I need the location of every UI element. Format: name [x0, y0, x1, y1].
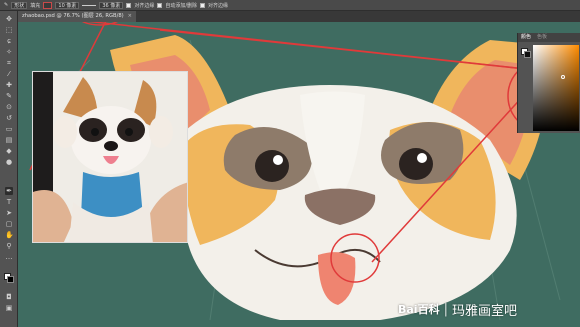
move-tool-icon[interactable]: ✥ [5, 15, 13, 23]
stroke-width-field[interactable]: 10 像素 [55, 1, 80, 9]
mode-label: 填充 [30, 2, 41, 9]
size-field[interactable]: 36 像素 [99, 1, 124, 9]
document-tab-title: zhaobao.psd @ 76.7% (图层 26, RGB/8) [22, 13, 124, 19]
crop-tool-icon[interactable]: ⌗ [5, 59, 13, 67]
auto-add-delete-label: 自动添加/删除 [165, 2, 198, 9]
gradient-tool-icon[interactable]: ▤ [5, 136, 13, 144]
panel-background-swatch[interactable] [524, 51, 531, 58]
color-picker-marker-icon[interactable] [561, 75, 565, 79]
align-edges-checkbox[interactable] [126, 2, 132, 8]
healing-tool-icon[interactable]: ✚ [5, 81, 13, 89]
right-eye [399, 148, 433, 180]
history-tool-icon[interactable]: ↺ [5, 114, 13, 122]
lasso-tool-icon[interactable]: ɕ [5, 37, 13, 45]
auto-add-delete-checkbox[interactable] [157, 2, 163, 8]
align-edges-label: 对齐边缘 [134, 2, 155, 9]
more-tools-icon[interactable]: … [5, 253, 13, 261]
tools-panel: ✥ ⬚ ɕ ✧ ⌗ ⁄ ✚ ✎ ⊙ ↺ ▭ ▤ ◆ ● ✒ T ➤ ▢ ✋ ⚲ … [0, 11, 18, 327]
align-edges-2-label: 对齐边缘 [208, 2, 229, 9]
color-panel-tabs: 颜色 色板 [518, 33, 580, 42]
stroke-type-icon[interactable] [82, 4, 97, 6]
screen-mode-icon[interactable]: ▣ [5, 304, 13, 312]
photoshop-window: ✎ 形状 填充 10 像素 36 像素 对齐边缘 自动添加/删除 对齐边缘 zh… [0, 0, 580, 327]
blur-tool-icon[interactable]: ◆ [5, 147, 13, 155]
dodge-tool-icon[interactable]: ● [5, 158, 13, 166]
tool-preset-icon[interactable]: ✎ [4, 2, 8, 8]
tab-color[interactable]: 颜色 [521, 34, 531, 40]
color-panel: 颜色 色板 [517, 33, 580, 133]
type-tool-icon[interactable]: T [5, 198, 13, 206]
tool-name-dropdown[interactable]: 形状 [11, 1, 28, 9]
color-picker-field[interactable] [533, 45, 579, 131]
brush-tool-icon[interactable]: ✎ [5, 92, 13, 100]
eraser-tool-icon[interactable]: ▭ [5, 125, 13, 133]
document-tab[interactable]: zhaobao.psd @ 76.7% (图层 26, RGB/8) × [18, 11, 137, 22]
left-eye [255, 150, 289, 182]
marquee-tool-icon[interactable]: ⬚ [5, 26, 13, 34]
pen-tool-icon[interactable]: ✒ [5, 187, 13, 195]
path-select-tool-icon[interactable]: ➤ [5, 209, 13, 217]
watermark: Bai百科 | 玛雅画室吧 [398, 300, 517, 319]
hand-tool-icon[interactable]: ✋ [5, 231, 14, 239]
watermark-separator: | [443, 301, 448, 317]
eyedropper-tool-icon[interactable]: ⁄ [5, 70, 13, 78]
close-tab-icon[interactable]: × [128, 13, 132, 19]
options-bar: ✎ 形状 填充 10 像素 36 像素 对齐边缘 自动添加/删除 对齐边缘 [0, 0, 580, 11]
background-color-swatch[interactable] [7, 276, 14, 283]
shape-tool-icon[interactable]: ▢ [5, 220, 13, 228]
fill-color-swatch[interactable] [43, 1, 53, 9]
align-edges-2-checkbox[interactable] [200, 2, 206, 8]
baidu-logo: Bai百科 [398, 303, 440, 316]
document-tab-bar: zhaobao.psd @ 76.7% (图层 26, RGB/8) × [18, 11, 580, 22]
quick-mask-icon[interactable]: ◘ [5, 293, 13, 301]
reference-photo [32, 71, 188, 243]
magic-wand-tool-icon[interactable]: ✧ [5, 48, 13, 56]
tab-swatches[interactable]: 色板 [537, 34, 547, 40]
zoom-tool-icon[interactable]: ⚲ [5, 242, 13, 250]
watermark-text: 玛雅画室吧 [451, 303, 517, 319]
clone-tool-icon[interactable]: ⊙ [5, 103, 13, 111]
